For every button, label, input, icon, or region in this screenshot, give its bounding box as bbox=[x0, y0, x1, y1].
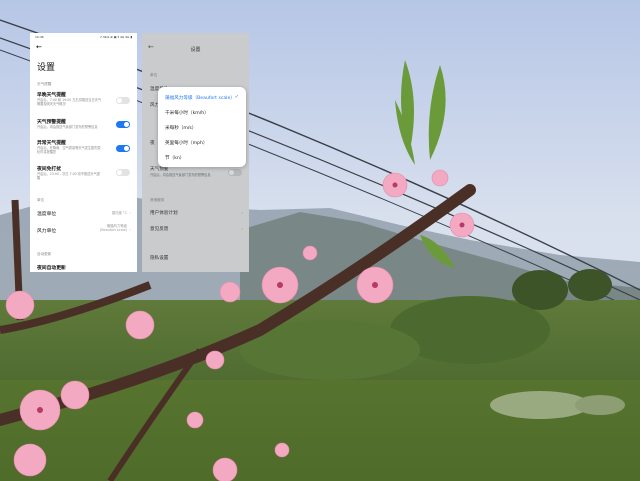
chevron-right-icon: › bbox=[129, 227, 131, 232]
page-title: 设置 bbox=[37, 63, 56, 73]
privacy-row[interactable]: 隐私设置 bbox=[150, 255, 168, 261]
do-not-disturb-title: 夜间免打扰 bbox=[37, 167, 61, 172]
night-auto-update-label[interactable]: 夜间自动更新 bbox=[37, 264, 66, 271]
warning-alert-title: 天气预警提醒 bbox=[37, 120, 66, 125]
option-mph[interactable]: 英里每小时（mph） bbox=[165, 140, 207, 146]
option-kmh[interactable]: 千米每小时（km/h） bbox=[165, 110, 209, 116]
status-time: 10:46 bbox=[35, 35, 44, 39]
section-weather-alerts: 天气提醒 bbox=[37, 82, 52, 86]
status-bar: 10:46 7.3K/s ⊕ ▣ ▾ 4G 4G ▮ bbox=[35, 35, 132, 41]
abnormal-weather-toggle[interactable] bbox=[116, 145, 130, 152]
chevron-right-icon: › bbox=[241, 210, 243, 215]
wind-unit-dropdown: 蒲福风力等级（Beaufort scale） ✓ 千米每小时（km/h） 米每秒… bbox=[158, 87, 246, 167]
wind-unit-label[interactable]: 风力单位 bbox=[37, 227, 56, 234]
temperature-unit-label[interactable]: 温度单位 bbox=[37, 210, 56, 217]
feedback-row[interactable]: 意见反馈 bbox=[150, 226, 168, 232]
wind-unit-value: 蒲福风力等级 (Beaufort scale) bbox=[99, 224, 127, 232]
abnormal-weather-title: 异常天气提醒 bbox=[37, 141, 66, 146]
user-experience-row[interactable]: 用户体验计划 bbox=[150, 210, 178, 216]
partial-row: 夜 bbox=[150, 141, 155, 146]
section-other: 其他服务 bbox=[150, 198, 165, 202]
section-units: 单位 bbox=[37, 198, 45, 202]
chevron-right-icon: › bbox=[129, 210, 131, 215]
warning-alert-toggle[interactable] bbox=[116, 121, 130, 128]
section-auto-update: 自动更新 bbox=[37, 252, 52, 256]
chevron-right-icon: › bbox=[241, 226, 243, 231]
temperature-unit-value: 摄氏度 °C bbox=[111, 211, 127, 215]
checkmark-icon: ✓ bbox=[234, 94, 239, 100]
back-arrow-icon[interactable]: ← bbox=[36, 44, 42, 51]
morning-evening-alert-toggle[interactable] bbox=[116, 97, 130, 104]
option-ms[interactable]: 米每秒（m/s） bbox=[165, 125, 196, 131]
morning-evening-alert-desc: 开启后，7:00 和 19:00 左右将推送当日天气概要及明天天气概况 bbox=[37, 98, 102, 107]
section-units: 单位 bbox=[150, 73, 158, 77]
warning-alert-desc: 开启后，将会推送气象部门发布的预警信息 bbox=[37, 125, 98, 129]
do-not-disturb-desc: 开启后，23:00 - 次日 7:00 将不推送天气提醒 bbox=[37, 172, 100, 181]
weather-warning-desc: 开启后，将会推送气象部门发布的预警信息 bbox=[150, 173, 211, 177]
abnormal-weather-desc: 开启后，在降雨、空气质量等天气发生剧烈变化时将提醒您 bbox=[37, 146, 101, 155]
option-knots[interactable]: 节（kn） bbox=[165, 155, 184, 161]
do-not-disturb-toggle[interactable] bbox=[116, 169, 130, 176]
morning-evening-alert-title: 早晚天气提醒 bbox=[37, 93, 66, 98]
weather-warning-toggle[interactable] bbox=[228, 169, 242, 176]
option-beaufort[interactable]: 蒲福风力等级（Beaufort scale） bbox=[165, 95, 235, 101]
settings-screen-left: 10:46 7.3K/s ⊕ ▣ ▾ 4G 4G ▮ ← 设置 天气提醒 早晚天… bbox=[30, 33, 137, 272]
page-title: 设置 bbox=[190, 47, 201, 53]
status-icons: 7.3K/s ⊕ ▣ ▾ 4G 4G ▮ bbox=[99, 35, 132, 39]
